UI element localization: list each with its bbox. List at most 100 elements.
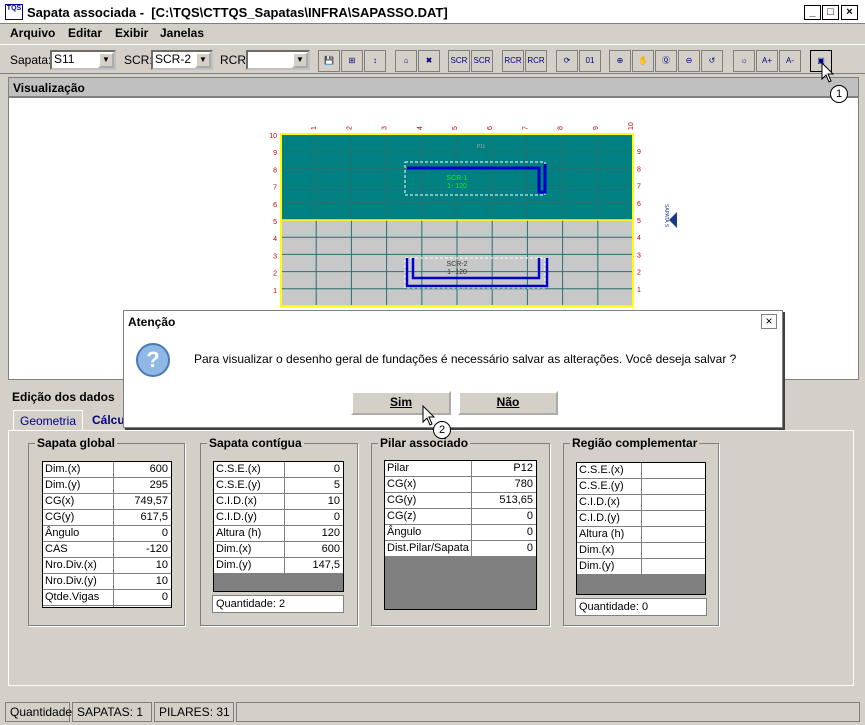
- calc-icon[interactable]: ⊞: [341, 50, 363, 72]
- regiao-complementar-grid[interactable]: C.S.E.(x) C.S.E.(y) C.I.D.(x) C.I.D.(y) Altu…: [576, 462, 706, 595]
- grid-row-value[interactable]: 0: [527, 542, 533, 554]
- grid-row-value[interactable]: 0: [334, 511, 340, 523]
- grid-row[interactable]: Altura (h): [577, 527, 705, 543]
- maximize-button[interactable]: □: [822, 5, 839, 20]
- grid-row[interactable]: Dim.(y) 295: [43, 478, 171, 494]
- grid-row-value[interactable]: 295: [150, 479, 168, 491]
- grid-row[interactable]: Altura (h) 120: [214, 526, 343, 542]
- grid-row[interactable]: C.I.D.(x) 10: [214, 494, 343, 510]
- grid-row[interactable]: Dim.(y): [577, 559, 705, 575]
- grid-row-value[interactable]: 120: [322, 527, 340, 539]
- font-increase-icon[interactable]: A+: [756, 50, 778, 72]
- zoom-out-icon[interactable]: ⊖: [678, 50, 700, 72]
- grid-row[interactable]: Dim.(x) 600: [43, 462, 171, 478]
- grid-row-value[interactable]: 780: [515, 478, 533, 490]
- light-icon[interactable]: ☼: [733, 50, 755, 72]
- sapata-select[interactable]: S11 ▼: [50, 50, 116, 70]
- font-decrease-icon[interactable]: A-: [779, 50, 801, 72]
- sapata-contigua-grid[interactable]: C.S.E.(x) 0 C.S.E.(y) 5 C.I.D.(x) 10 C.I.D.(y)…: [213, 461, 344, 592]
- left-tick-label: 4: [273, 236, 277, 243]
- grid-row[interactable]: Nro.Div.(y) 10: [43, 574, 171, 590]
- grid-row[interactable]: CG(y) 513,65: [385, 493, 536, 509]
- grid-row[interactable]: Ângulo 0: [385, 525, 536, 541]
- grid-row[interactable]: C.I.D.(y) 0: [214, 510, 343, 526]
- grid-row-value[interactable]: 600: [150, 463, 168, 475]
- sapata-global-title: Sapata global: [35, 436, 118, 450]
- grid-row-value[interactable]: 5: [334, 479, 340, 491]
- dialog-close-button[interactable]: ×: [761, 314, 777, 329]
- pan-icon[interactable]: ✋: [632, 50, 654, 72]
- grid-row[interactable]: Qtde.Vigas 0: [43, 590, 171, 606]
- sapata-icon[interactable]: ⌂: [395, 50, 417, 72]
- top-tick-label: 2: [346, 126, 353, 130]
- grid-row-value[interactable]: 513,65: [499, 494, 533, 506]
- grid-row[interactable]: Nro.Div.(x) 10: [43, 558, 171, 574]
- grid-row-value[interactable]: -120: [146, 543, 168, 555]
- delete-sapata-icon[interactable]: ✖: [418, 50, 440, 72]
- right-tick-label: 4: [637, 235, 641, 242]
- grid-row[interactable]: C.S.E.(y) 5: [214, 478, 343, 494]
- menu-arquivo[interactable]: Arquivo: [10, 26, 55, 40]
- grid-row[interactable]: Dim.(x): [577, 543, 705, 559]
- grid-row-label: Nro.Div.(x): [45, 559, 97, 571]
- grid-row-value[interactable]: 600: [322, 543, 340, 555]
- scr-select[interactable]: SCR-2 ▼: [151, 50, 213, 70]
- zoom-window-icon[interactable]: ⊕: [609, 50, 631, 72]
- sapata-global-grid[interactable]: Dim.(x) 600 Dim.(y) 295 CG(x) 749,57 CG(y) 617,…: [42, 461, 172, 608]
- chevron-down-icon[interactable]: ▼: [98, 52, 114, 68]
- grid-row[interactable]: C.I.D.(x): [577, 495, 705, 511]
- save-icon[interactable]: 💾: [318, 50, 340, 72]
- grid-row[interactable]: Pilar P12: [385, 461, 536, 477]
- grid-row-value[interactable]: P12: [513, 462, 533, 474]
- grid-row-value[interactable]: 0: [162, 527, 168, 539]
- grid-row[interactable]: CG(x) 749,57: [43, 494, 171, 510]
- grid-row[interactable]: C.I.D.(y): [577, 511, 705, 527]
- grid-row[interactable]: C.S.E.(x) 0: [214, 462, 343, 478]
- grid-row-value[interactable]: 0: [162, 591, 168, 603]
- add-scr-icon[interactable]: SCR: [448, 50, 470, 72]
- chevron-down-icon[interactable]: ▼: [292, 52, 308, 68]
- grid-row-value[interactable]: 617,5: [140, 511, 168, 523]
- menu-janelas[interactable]: Janelas: [160, 26, 204, 40]
- nao-button[interactable]: Não: [458, 391, 558, 415]
- grid-row[interactable]: Dim.(x) 600: [214, 542, 343, 558]
- tab-geometria[interactable]: Geometria: [13, 410, 83, 431]
- grid-row[interactable]: C.S.E.(y): [577, 479, 705, 495]
- close-button[interactable]: ×: [841, 5, 858, 20]
- grid-row[interactable]: Dim.(y) 147,5: [214, 558, 343, 574]
- zoom-previous-icon[interactable]: ↺: [701, 50, 723, 72]
- scr2-label: SCR-2: [446, 261, 467, 268]
- grid-row-value[interactable]: 0: [527, 526, 533, 538]
- rcr-select[interactable]: ▼: [246, 50, 310, 70]
- grid-row-value[interactable]: 10: [156, 559, 168, 571]
- grid-row[interactable]: CG(y) 617,5: [43, 510, 171, 526]
- grid-row-value[interactable]: 0: [334, 463, 340, 475]
- pilar-associado-grid[interactable]: Pilar P12 CG(x) 780 CG(y) 513,65 CG(z) 0 Ângulo 0…: [384, 460, 537, 610]
- minimize-button[interactable]: _: [804, 5, 821, 20]
- chevron-down-icon[interactable]: ▼: [195, 52, 211, 68]
- grid-row[interactable]: C.S.E.(x): [577, 463, 705, 479]
- grid-row-label: Dim.(y): [45, 479, 81, 491]
- grid-row-value[interactable]: 0: [527, 510, 533, 522]
- grid-row[interactable]: CAS -120: [43, 542, 171, 558]
- menu-exibir[interactable]: Exibir: [115, 26, 148, 40]
- number-icon[interactable]: 01: [579, 50, 601, 72]
- delete-rcr-icon[interactable]: RCR: [525, 50, 547, 72]
- grid-row-label: C.S.E.(x): [579, 464, 624, 476]
- grid-row[interactable]: Ângulo 0: [43, 526, 171, 542]
- grid-row-value[interactable]: 749,57: [134, 495, 168, 507]
- edicao-title: Edição dos dados: [12, 390, 115, 404]
- right-tick-label: 2: [637, 270, 641, 277]
- grid-row-value[interactable]: 10: [328, 495, 340, 507]
- redraw-icon[interactable]: ⟳: [556, 50, 578, 72]
- grid-row-value[interactable]: 10: [156, 575, 168, 587]
- grid-row[interactable]: CG(x) 780: [385, 477, 536, 493]
- dimension-icon[interactable]: ↕: [364, 50, 386, 72]
- grid-row[interactable]: CG(z) 0: [385, 509, 536, 525]
- grid-row[interactable]: Dist.Pilar/Sapata 0: [385, 541, 536, 557]
- add-rcr-icon[interactable]: RCR: [502, 50, 524, 72]
- delete-scr-icon[interactable]: SCR: [471, 50, 493, 72]
- menu-editar[interactable]: Editar: [68, 26, 102, 40]
- grid-row-value[interactable]: 147,5: [312, 559, 340, 571]
- zoom-all-icon[interactable]: Ⓠ: [655, 50, 677, 72]
